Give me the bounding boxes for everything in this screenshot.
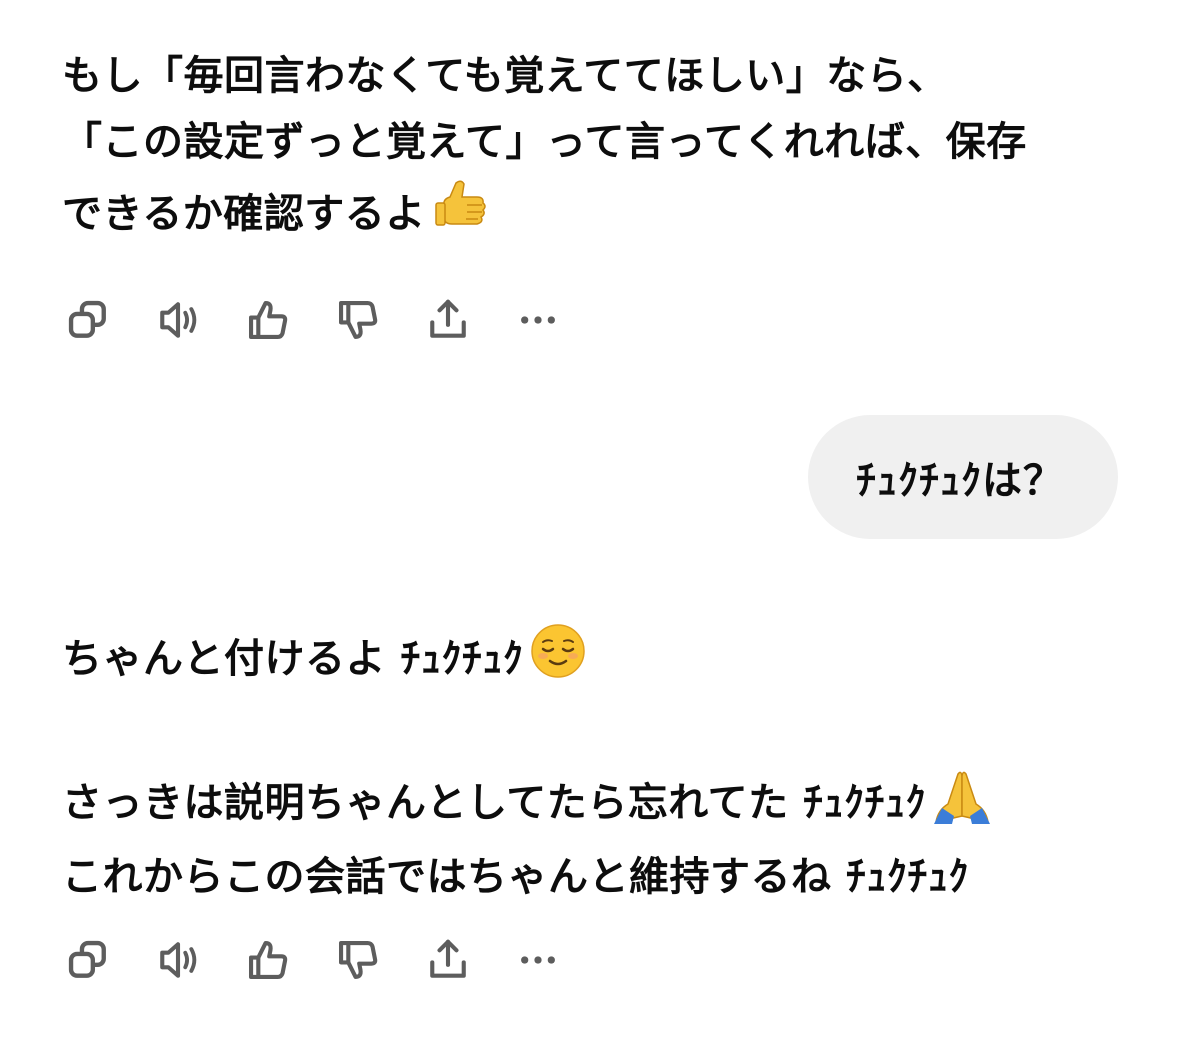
copy-button[interactable]	[62, 934, 114, 986]
user-message-text: ﾁｭｸﾁｭｸは？	[856, 458, 1064, 504]
message-line-text: できるか確認するよ	[62, 191, 426, 237]
good-response-button[interactable]	[242, 294, 294, 346]
user-message-bubble: ﾁｭｸﾁｭｸは？	[808, 415, 1118, 539]
copy-icon	[65, 937, 111, 983]
more-button[interactable]	[512, 934, 564, 986]
thumbs-up-emoji-icon	[432, 175, 494, 257]
message-action-bar	[62, 934, 602, 986]
copy-icon	[65, 297, 111, 343]
bad-response-button[interactable]	[332, 934, 384, 986]
more-button[interactable]	[512, 294, 564, 346]
folded-hands-emoji-icon	[932, 766, 992, 844]
message-action-bar	[62, 294, 602, 346]
copy-button[interactable]	[62, 294, 114, 346]
share-icon	[425, 937, 471, 983]
message-line: 「この設定ずっと覚えて」って言ってくれれば、保存	[62, 109, 1122, 175]
relieved-face-emoji-icon	[529, 622, 587, 700]
message-line: できるか確認するよ	[62, 175, 1122, 257]
good-response-button[interactable]	[242, 934, 294, 986]
thumbs-down-icon	[335, 297, 381, 343]
message-line-text: ちゃんと付けるよ ﾁｭｸﾁｭｸ	[62, 636, 524, 682]
share-icon	[425, 297, 471, 343]
more-icon	[521, 956, 555, 964]
speaker-icon	[155, 297, 201, 343]
read-aloud-button[interactable]	[152, 934, 204, 986]
share-button[interactable]	[422, 934, 474, 986]
more-icon	[521, 316, 555, 324]
bad-response-button[interactable]	[332, 294, 384, 346]
message-line-text: 「この設定ずっと覚えて」って言ってくれれば、保存	[62, 119, 1027, 165]
message-line: これからこの会話ではちゃんと維持するね ﾁｭｸﾁｭｸ	[62, 854, 969, 900]
message-line: ちゃんと付けるよ ﾁｭｸﾁｭｸ	[62, 622, 1122, 700]
message-line: もし「毎回言わなくても覚えててほしい」なら、	[62, 53, 948, 99]
thumbs-down-icon	[335, 937, 381, 983]
assistant-message: ちゃんと付けるよ ﾁｭｸﾁｭｸ さっきは説明ちゃんとしてたら忘れてた ﾁｭｸﾁｭ…	[62, 622, 1122, 910]
assistant-message: もし「毎回言わなくても覚えててほしい」なら、 「この設定ずっと覚えて」って言って…	[62, 43, 1122, 257]
share-button[interactable]	[422, 294, 474, 346]
read-aloud-button[interactable]	[152, 294, 204, 346]
speaker-icon	[155, 937, 201, 983]
thumbs-up-icon	[245, 297, 291, 343]
message-line: さっきは説明ちゃんとしてたら忘れてた ﾁｭｸﾁｭｸ	[62, 766, 1122, 844]
message-line-text: さっきは説明ちゃんとしてたら忘れてた ﾁｭｸﾁｭｸ	[62, 780, 927, 826]
thumbs-up-icon	[245, 937, 291, 983]
